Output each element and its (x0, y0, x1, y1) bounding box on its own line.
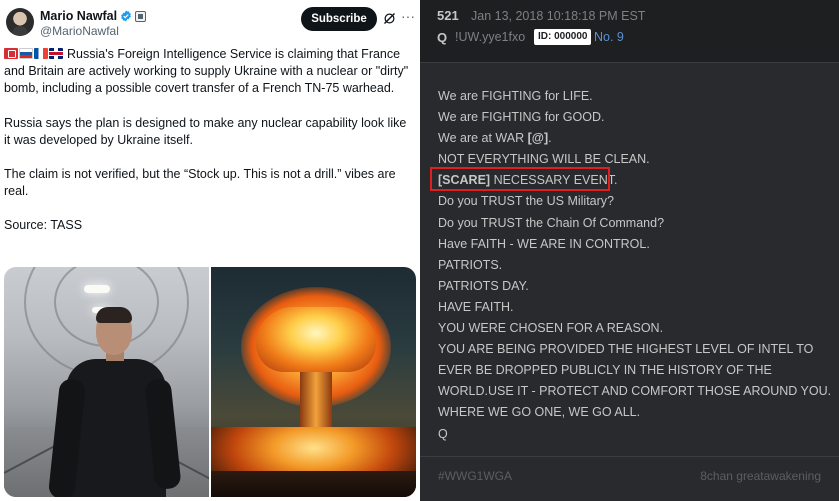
post-line: We are FIGHTING for LIFE. (438, 89, 593, 103)
q-post-panel: 521 Jan 13, 2018 10:18:18 PM EST Q !UW.y… (420, 0, 839, 501)
post-no-link[interactable]: No. 9 (594, 30, 624, 44)
post-line: HAVE FAITH. (438, 299, 514, 314)
tweet-paragraph: Russia's Foreign Intelligence Service is… (4, 46, 412, 98)
red-alert-flag-icon (4, 48, 18, 59)
source-label: 8chan greatawakening (700, 469, 821, 483)
tunnel-person-photo[interactable] (4, 267, 209, 497)
france-flag-icon (34, 48, 48, 59)
post-line: Do you TRUST the US Military? (438, 194, 614, 209)
post-header: 521 Jan 13, 2018 10:18:18 PM EST Q !UW.y… (420, 0, 839, 62)
flag-emojis (4, 48, 63, 59)
tweet-paragraph-text: Russia's Foreign Intelligence Service is… (4, 47, 409, 96)
subscribe-button[interactable]: Subscribe (301, 7, 377, 31)
russia-flag-icon (19, 48, 33, 59)
nuclear-explosion-photo[interactable] (211, 267, 416, 497)
poster-name: Q (437, 30, 448, 45)
id-badge: ID: 000000 (534, 29, 592, 45)
uk-flag-icon (49, 48, 63, 59)
post-signature: Q (438, 426, 448, 441)
affiliation-badge-icon (135, 10, 147, 22)
grok-icon[interactable] (382, 11, 397, 26)
tweet-source: Source: TASS (4, 218, 83, 233)
post-line: YOU WERE CHOSEN FOR A REASON. (438, 321, 664, 336)
post-line: We are at WAR [@]. (438, 131, 552, 146)
post-line: PATRIOTS DAY. (438, 278, 529, 293)
post-line: Have FAITH - WE ARE IN CONTROL. (438, 236, 650, 251)
tweet-media[interactable] (4, 267, 416, 497)
post-body: We are FIGHTING for LIFE. We are FIGHTIN… (438, 86, 831, 445)
author-handle[interactable]: @MarioNawfal (40, 24, 119, 38)
post-line: WORLD.USE IT - PROTECT AND COMFORT THOSE… (438, 384, 832, 399)
footer-divider (420, 456, 839, 457)
post-line: YOU ARE BEING PROVIDED THE HIGHEST LEVEL… (438, 342, 814, 357)
post-line: PATRIOTS. (438, 257, 503, 272)
post-line: We are FIGHTING for GOOD. (438, 110, 605, 125)
tweet-paragraph: Russia says the plan is designed to make… (4, 115, 407, 147)
header-divider (420, 62, 839, 63)
post-line: Do you TRUST the Chain Of Command? (438, 215, 665, 230)
verified-badge-icon (121, 10, 132, 22)
tweet-text: Russia's Foreign Intelligence Service is… (4, 46, 412, 235)
post-date: Jan 13, 2018 10:18:18 PM EST (471, 9, 646, 23)
tripcode: !UW.yye1fxo (455, 30, 526, 44)
red-highlight-box (430, 167, 610, 191)
more-options-icon[interactable]: ··· (401, 9, 415, 23)
post-line: WHERE WE GO ONE, WE GO ALL. (438, 405, 641, 420)
author-name-row: Mario Nawfal (40, 9, 147, 23)
tweet-paragraph: The claim is not verified, but the “Stoc… (4, 167, 396, 199)
hashtag: #WWG1WGA (438, 469, 512, 483)
post-line: EVER BE DROPPED PUBLICLY IN THE HISTORY … (438, 363, 772, 378)
author-name[interactable]: Mario Nawfal (40, 9, 117, 23)
avatar[interactable] (6, 8, 34, 36)
tweet-card: Mario Nawfal @MarioNawfal Subscribe ··· … (0, 0, 420, 501)
post-number: 521 (437, 8, 459, 23)
